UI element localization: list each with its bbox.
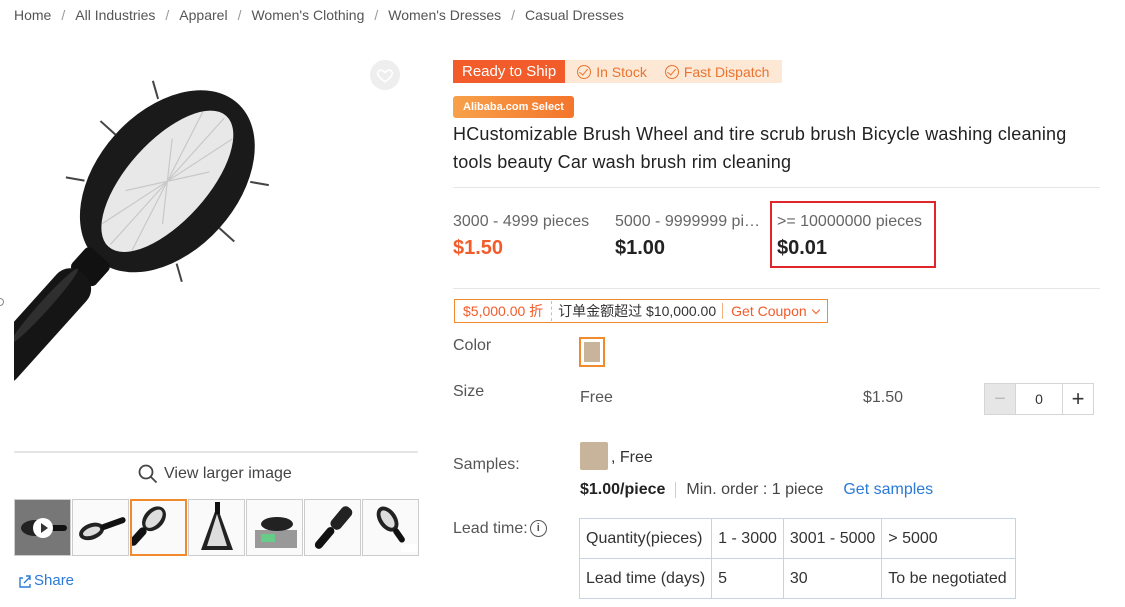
info-icon[interactable]: i	[529, 520, 547, 538]
tier-quantity: 5000 - 9999999 pieces	[615, 213, 767, 230]
table-cell: 5	[711, 558, 784, 599]
decrement-button[interactable]: −	[984, 383, 1016, 415]
ready-to-ship-badge: Ready to Ship	[453, 60, 566, 83]
check-circle-icon	[577, 64, 592, 79]
status-badge: In Stock Fast Dispatch	[565, 60, 783, 83]
search-icon	[138, 464, 158, 484]
divider	[675, 482, 677, 498]
breadcrumb-separator: /	[61, 7, 66, 23]
breadcrumb-separator: /	[237, 7, 242, 23]
play-icon	[33, 518, 53, 538]
tier-price: $1.50	[453, 237, 504, 259]
sample-info: $1.00/piece Min. order : 1 piece Get sam…	[580, 481, 933, 499]
sample-free-label: , Free	[611, 449, 653, 466]
breadcrumb-womens-clothing[interactable]: Women's Clothing	[251, 7, 364, 23]
increment-button[interactable]: +	[1062, 383, 1094, 415]
quantity-input[interactable]	[1016, 383, 1062, 415]
thumbnail-video[interactable]	[14, 499, 71, 556]
sample-min-order: Min. order : 1 piece	[686, 481, 824, 498]
chevron-down-icon	[811, 305, 820, 314]
divider	[453, 187, 1100, 188]
coupon-amount: $5,000.00 折	[463, 303, 544, 319]
size-label: Size	[453, 383, 485, 400]
table-cell: 30	[782, 558, 883, 599]
get-coupon-button[interactable]: Get Coupon	[722, 303, 827, 319]
shipping-badges: Ready to Ship In Stock Fast Dispatch	[453, 60, 783, 83]
samples-label: Samples:	[453, 456, 520, 473]
heart-icon	[376, 69, 394, 83]
fast-dispatch-label: Fast Dispatch	[683, 63, 770, 80]
carousel-edge-icon[interactable]	[0, 298, 4, 306]
share-label: Share	[34, 572, 75, 589]
price-tier: 5000 - 9999999 pieces $1.00	[615, 213, 767, 260]
table-row: Lead time (days) 5 30 To be negotiated	[578, 558, 1017, 599]
table-cell: 3001 - 5000	[782, 518, 883, 559]
thumbnail-image[interactable]	[188, 499, 245, 556]
main-product-image[interactable]	[0, 55, 418, 451]
table-cell: Quantity(pieces)	[578, 518, 713, 559]
table-cell: To be negotiated	[881, 558, 1017, 599]
alibaba-select-badge: Alibaba.com Select	[453, 96, 574, 118]
tier-quantity: 3000 - 4999 pieces	[453, 213, 590, 230]
coupon-description: 订单金额超过 $10,000.00	[551, 301, 722, 321]
check-circle-icon	[664, 64, 679, 79]
table-cell: > 5000	[881, 518, 1017, 559]
table-cell: 1 - 3000	[711, 518, 784, 559]
breadcrumb: Home / All Industries / Apparel / Women's C…	[14, 7, 624, 23]
divider	[453, 288, 1100, 289]
in-stock-label: In Stock	[596, 63, 647, 80]
breadcrumb-home[interactable]: Home	[14, 7, 51, 23]
breadcrumb-separator: /	[165, 7, 170, 23]
breadcrumb-separator: /	[374, 7, 379, 23]
lead-time-table: Quantity(pieces) 1 - 3000 3001 - 5000 > …	[578, 518, 1017, 599]
breadcrumb-separator: /	[511, 7, 516, 23]
tier-price: $1.00	[615, 237, 666, 259]
sample-swatch[interactable]	[580, 442, 608, 470]
lead-time-label-group: Lead time: i	[453, 520, 547, 538]
sample-price: $1.00/piece	[580, 481, 666, 498]
thumbnail-image[interactable]	[362, 499, 419, 556]
lead-time-label: Lead time:	[453, 520, 528, 537]
table-row: Quantity(pieces) 1 - 3000 3001 - 5000 > …	[578, 518, 1017, 559]
favorite-button[interactable]	[370, 60, 400, 90]
coupon-banner: $5,000.00 折 订单金额超过 $10,000.00 Get Coupon	[454, 299, 828, 323]
view-larger-image-link[interactable]: View larger image	[138, 464, 292, 484]
thumbnail-image[interactable]	[304, 499, 361, 556]
quantity-stepper: − +	[984, 383, 1094, 415]
size-value: Free	[580, 389, 613, 406]
thumbnail-image-active[interactable]	[130, 499, 187, 556]
breadcrumb-womens-dresses[interactable]: Women's Dresses	[388, 7, 501, 23]
view-larger-label: View larger image	[164, 465, 292, 482]
product-title: HCustomizable Brush Wheel and tire scrub…	[453, 124, 1067, 172]
get-samples-link[interactable]: Get samples	[843, 481, 933, 499]
breadcrumb-apparel[interactable]: Apparel	[179, 7, 227, 23]
get-coupon-label: Get Coupon	[731, 303, 807, 319]
thumbnail-strip	[14, 499, 419, 556]
share-icon	[19, 574, 31, 588]
image-divider	[14, 451, 418, 453]
size-price: $1.50	[863, 389, 904, 406]
color-swatch[interactable]	[579, 337, 605, 367]
highlight-box	[770, 201, 936, 268]
breadcrumb-casual-dresses[interactable]: Casual Dresses	[525, 7, 624, 23]
thumbnail-image[interactable]	[246, 499, 303, 556]
thumbnail-image[interactable]	[72, 499, 129, 556]
price-tier: 3000 - 4999 pieces $1.50	[453, 213, 603, 260]
color-label: Color	[453, 337, 492, 354]
breadcrumb-all-industries[interactable]: All Industries	[75, 7, 155, 23]
share-button[interactable]: Share	[18, 572, 74, 589]
table-cell: Lead time (days)	[578, 558, 713, 599]
